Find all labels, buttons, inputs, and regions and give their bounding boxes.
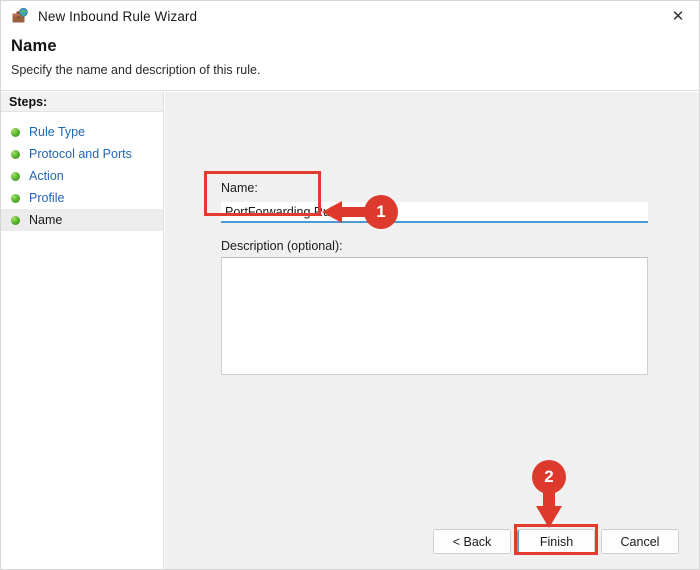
wizard-main-panel: Name: Description (optional): < Back Fin… [165, 92, 699, 569]
page-title: Name [11, 37, 57, 55]
sidebar-item-label: Protocol and Ports [29, 147, 132, 161]
window-title: New Inbound Rule Wizard [38, 8, 198, 24]
sidebar-item-label: Profile [29, 191, 65, 205]
wizard-header: Name Specify the name and description of… [1, 31, 699, 91]
steps-header-label: Steps: [1, 92, 163, 112]
green-bullet-icon [11, 171, 20, 181]
cancel-button[interactable]: Cancel [601, 529, 679, 554]
green-bullet-icon [11, 127, 20, 137]
sidebar-item-rule-type[interactable]: Rule Type [1, 121, 163, 143]
description-input[interactable] [221, 257, 648, 375]
green-bullet-icon [11, 193, 20, 203]
title-bar: New Inbound Rule Wizard ✕ [1, 1, 699, 31]
green-bullet-icon [11, 149, 20, 159]
back-button[interactable]: < Back [433, 529, 511, 554]
name-field-label: Name: [221, 181, 258, 195]
sidebar-item-label: Action [29, 169, 64, 183]
green-bullet-icon [11, 215, 20, 225]
page-subtitle: Specify the name and description of this… [11, 63, 261, 77]
sidebar-item-profile[interactable]: Profile [1, 187, 163, 209]
finish-button[interactable]: Finish [517, 529, 595, 554]
sidebar-item-label: Rule Type [29, 125, 86, 139]
sidebar-item-label: Name [29, 213, 63, 227]
sidebar-item-action[interactable]: Action [1, 165, 163, 187]
name-input[interactable] [221, 202, 648, 223]
sidebar-item-protocol-and-ports[interactable]: Protocol and Ports [1, 143, 163, 165]
firewall-wizard-icon [11, 7, 29, 25]
steps-sidebar: Steps: Rule Type Protocol and Ports Acti… [1, 92, 164, 569]
close-icon[interactable]: ✕ [655, 1, 699, 31]
description-field-label: Description (optional): [221, 239, 343, 253]
sidebar-item-name[interactable]: Name [1, 209, 163, 231]
new-inbound-rule-wizard-window: New Inbound Rule Wizard ✕ Name Specify t… [0, 0, 700, 570]
